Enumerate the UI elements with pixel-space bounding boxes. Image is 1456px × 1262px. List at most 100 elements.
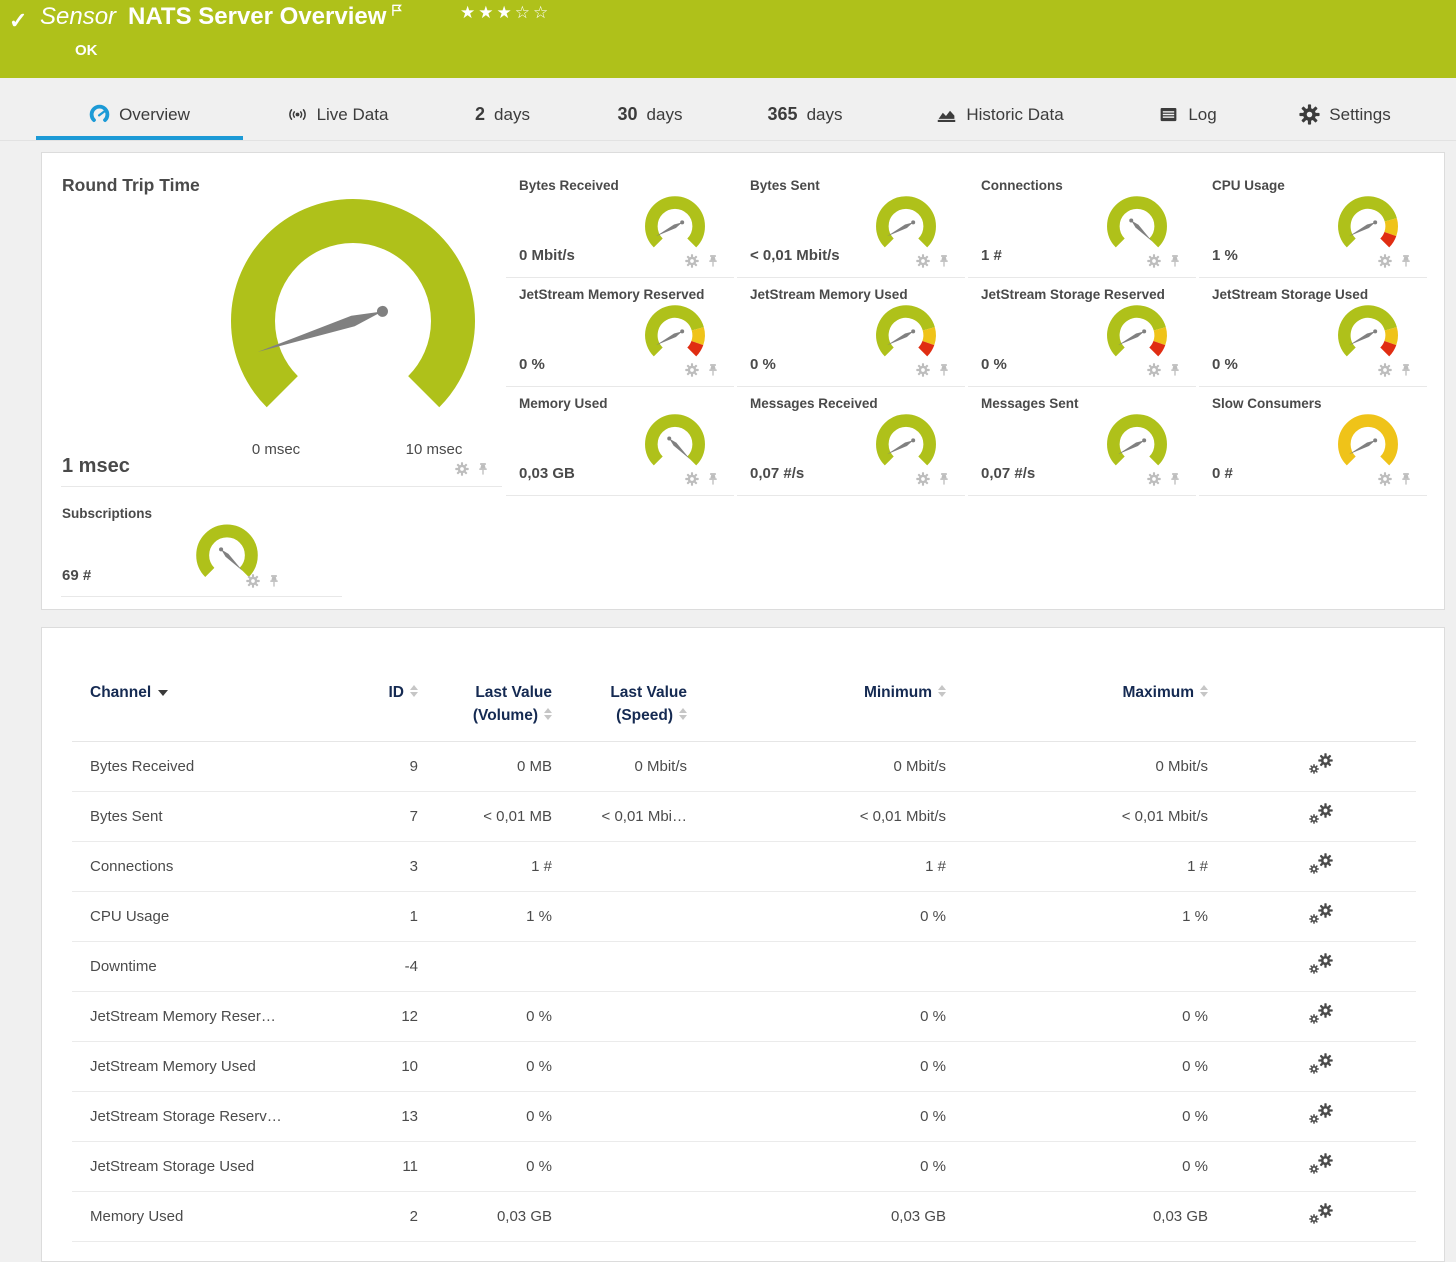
gauge-pin-icon[interactable] [706,254,720,268]
column-header-last-value-speed[interactable]: Last Value (Speed) [552,684,687,742]
column-header-maximum[interactable]: Maximum [946,684,1208,742]
gauge-settings-gear-icon[interactable] [685,363,699,377]
star-filled-icon[interactable]: ★ [460,3,478,22]
gauge-tile-jetstream-memory-used: JetStream Memory Used 0 % [737,278,965,387]
favorite-stars[interactable]: ★★★☆☆ [460,3,551,23]
round-trip-gauge [203,191,503,451]
cell-vol: < 0,01 MB [418,792,552,842]
tab-label: days [494,105,530,125]
channel-settings-gear-icon[interactable] [1308,753,1334,777]
channel-settings-gear-icon[interactable] [1308,1053,1334,1077]
gauge-title: Subscriptions [62,506,152,521]
cell-max: 0 Mbit/s [946,742,1208,792]
gauge-title: Memory Used [519,396,608,411]
gauge-pin-icon[interactable] [1168,363,1182,377]
gauge-settings-gear-icon[interactable] [455,462,469,476]
cell-min: 0 % [687,1042,946,1092]
gauge-pin-icon[interactable] [706,363,720,377]
tab-log[interactable]: Log [1140,93,1235,140]
table-row[interactable]: JetStream Memory Used 10 0 % 0 % 0 % [72,1042,1416,1092]
gauge-settings-gear-icon[interactable] [246,574,260,588]
table-row[interactable]: Connections 3 1 # 1 # 1 # [72,842,1416,892]
cell-max: 0 % [946,1042,1208,1092]
table-row[interactable]: Bytes Sent 7 < 0,01 MB < 0,01 Mbi… < 0,0… [72,792,1416,842]
tab-settings[interactable]: Settings [1285,93,1405,140]
star-empty-icon[interactable]: ☆ [533,3,551,22]
gauge-settings-gear-icon[interactable] [1378,363,1392,377]
cell-vol: 0 % [418,1042,552,1092]
cell-max [946,942,1208,992]
cell-speed: 0 Mbit/s [552,742,687,792]
channel-settings-gear-icon[interactable] [1308,953,1334,977]
cell-channel: Connections [72,842,332,892]
cell-vol: 1 % [418,892,552,942]
tab-label: Live Data [317,105,389,125]
gauge-pin-icon[interactable] [1168,254,1182,268]
gauge-pin-icon[interactable] [267,574,281,588]
channel-settings-gear-icon[interactable] [1308,903,1334,927]
table-row[interactable]: JetStream Storage Used 11 0 % 0 % 0 % [72,1142,1416,1192]
gauge-pin-icon[interactable] [1168,472,1182,486]
tab-overview[interactable]: Overview [36,93,243,140]
channel-settings-gear-icon[interactable] [1308,1003,1334,1027]
channel-settings-gear-icon[interactable] [1308,1103,1334,1127]
channel-settings-gear-icon[interactable] [1308,1203,1334,1227]
gauge-settings-gear-icon[interactable] [916,472,930,486]
channel-settings-gear-icon[interactable] [1308,1153,1334,1177]
channel-settings-gear-icon[interactable] [1308,803,1334,827]
star-filled-icon[interactable]: ★ [497,3,515,22]
gauge-pin-icon[interactable] [1399,363,1413,377]
tab-365-days[interactable]: 365 days [745,93,865,140]
tab-2-days[interactable]: 2 days [450,93,555,140]
tab-historic-data[interactable]: Historic Data [905,93,1095,140]
column-header-id[interactable]: ID [332,684,418,742]
column-header-last-value-volume[interactable]: Last Value (Volume) [418,684,552,742]
cell-vol: 0 MB [418,742,552,792]
cell-id: 13 [332,1092,418,1142]
tab-live-data[interactable]: Live Data [255,93,420,140]
gauge-pin-icon[interactable] [1399,472,1413,486]
priority-flag-icon[interactable] [390,3,404,17]
table-row[interactable]: CPU Usage 1 1 % 0 % 1 % [72,892,1416,942]
gauge-settings-gear-icon[interactable] [1378,254,1392,268]
mini-gauge [1100,405,1174,479]
column-header-channel[interactable]: Channel [72,684,332,742]
channel-settings-gear-icon[interactable] [1308,853,1334,877]
gauge-settings-gear-icon[interactable] [1147,363,1161,377]
sort-icon [544,708,552,720]
table-row[interactable]: Downtime -4 [72,942,1416,992]
gauge-settings-gear-icon[interactable] [685,472,699,486]
column-header-minimum[interactable]: Minimum [687,684,946,742]
table-row[interactable]: JetStream Memory Reser… 12 0 % 0 % 0 % [72,992,1416,1042]
cell-id: 11 [332,1142,418,1192]
mini-gauge [638,405,712,479]
gauge-pin-icon[interactable] [1399,254,1413,268]
gauge-settings-gear-icon[interactable] [916,254,930,268]
table-header-row: Channel ID Last Value (Volume) Last Valu… [72,684,1416,742]
cell-vol [418,942,552,992]
gauge-pin-icon[interactable] [937,363,951,377]
tab-30-days[interactable]: 30 days [595,93,705,140]
mini-gauge [869,187,943,261]
star-filled-icon[interactable]: ★ [478,3,496,22]
gauge-settings-gear-icon[interactable] [685,254,699,268]
gauge-tile-bytes-received: Bytes Received 0 Mbit/s [506,169,734,278]
gauge-pin-icon[interactable] [706,472,720,486]
star-empty-icon[interactable]: ☆ [515,3,533,22]
cell-min: 0 % [687,1092,946,1142]
table-row[interactable]: Memory Used 2 0,03 GB 0,03 GB 0,03 GB [72,1192,1416,1242]
gauge-settings-gear-icon[interactable] [1147,472,1161,486]
gauge-tile-jetstream-storage-reserved: JetStream Storage Reserved 0 % [968,278,1196,387]
table-row[interactable]: JetStream Storage Reserv… 13 0 % 0 % 0 % [72,1092,1416,1142]
chart-icon [936,104,957,125]
tab-number: 365 [768,104,798,125]
gauge-settings-gear-icon[interactable] [916,363,930,377]
gauge-pin-icon[interactable] [937,254,951,268]
sensor-header: ✓ SensorNATS Server Overview ★★★☆☆ OK [0,0,1456,78]
gauge-settings-gear-icon[interactable] [1378,472,1392,486]
table-row[interactable]: Bytes Received 9 0 MB 0 Mbit/s 0 Mbit/s … [72,742,1416,792]
cell-channel: JetStream Memory Used [72,1042,332,1092]
gauge-pin-icon[interactable] [476,462,490,476]
gauge-settings-gear-icon[interactable] [1147,254,1161,268]
gauge-pin-icon[interactable] [937,472,951,486]
